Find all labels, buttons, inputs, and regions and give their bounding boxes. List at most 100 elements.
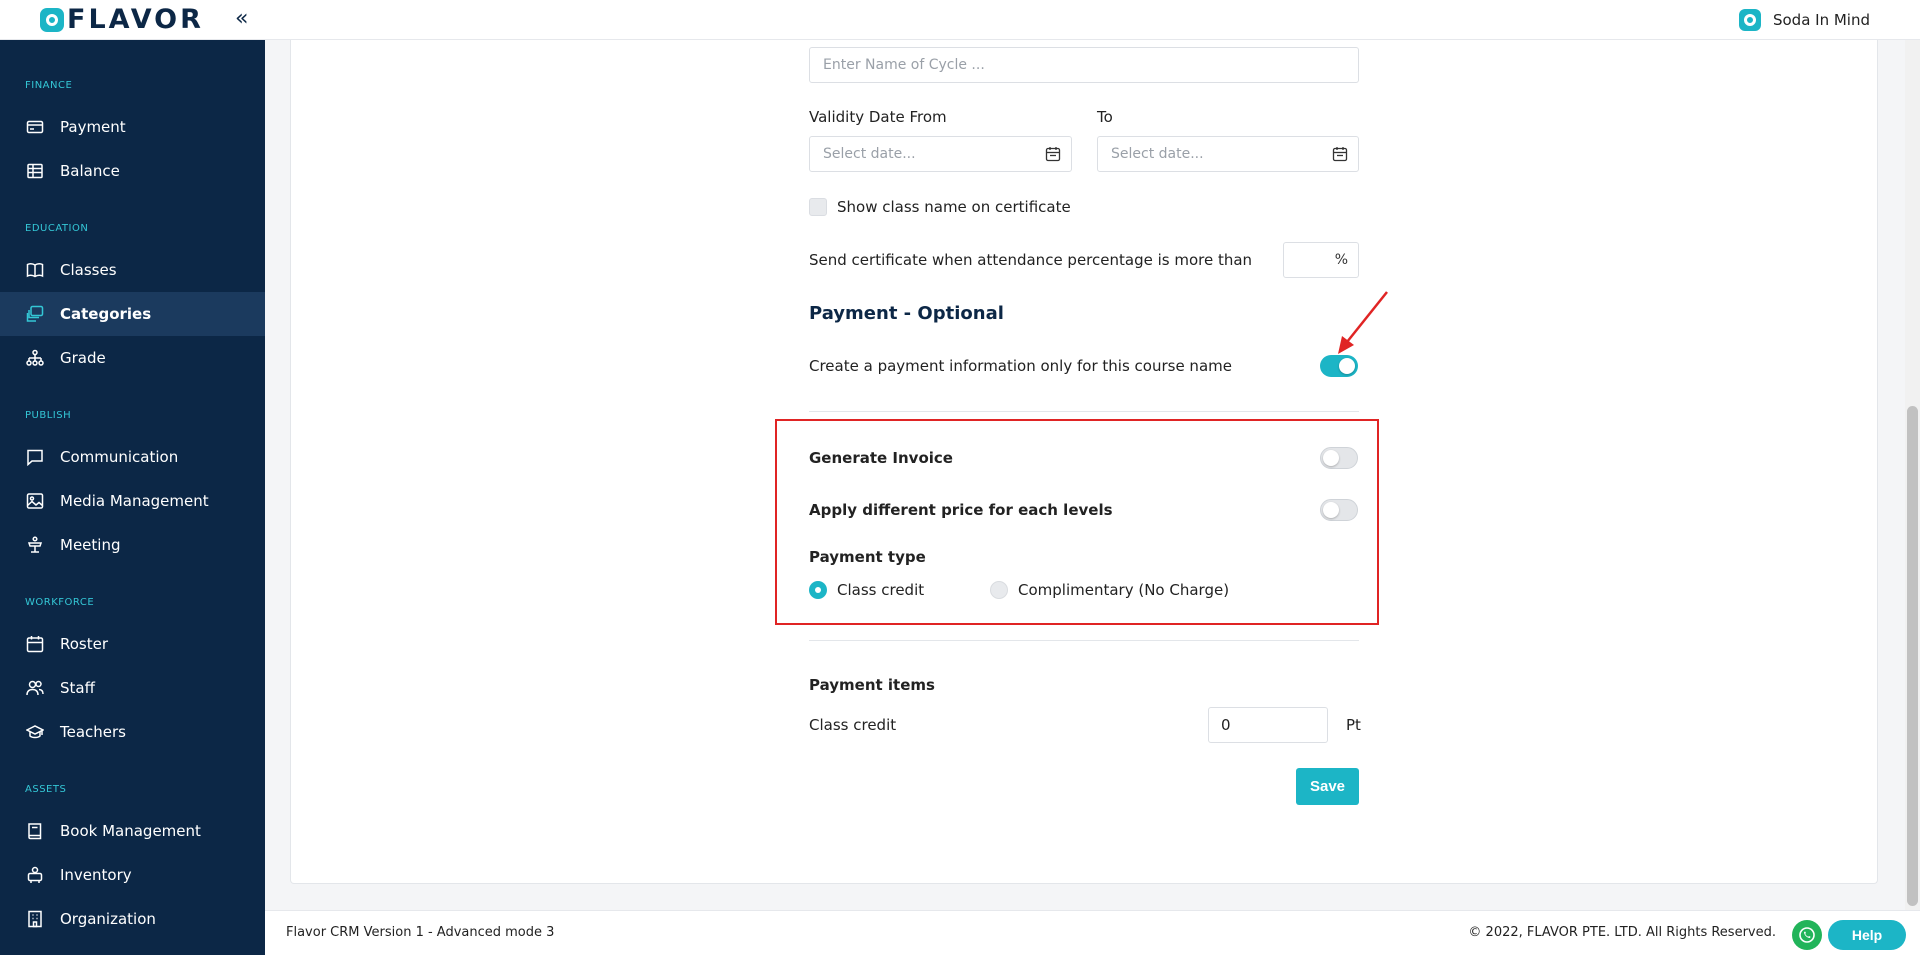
calendar-icon[interactable] (1332, 146, 1348, 162)
divider (809, 640, 1359, 641)
percent-suffix: % (1334, 252, 1348, 268)
logo[interactable]: FLAVOR (40, 4, 204, 35)
date-placeholder: Select date... (1111, 146, 1204, 162)
podium-icon (26, 536, 44, 554)
sidebar-item-meeting[interactable]: Meeting (0, 523, 265, 567)
whatsapp-icon (1799, 927, 1815, 943)
apply-different-price-label: Apply different price for each levels (809, 501, 1113, 519)
book-closed-icon (26, 822, 44, 840)
top-bar: FLAVOR « Soda In Mind (0, 0, 1920, 40)
sidebar-item-label: Classes (60, 261, 117, 279)
show-class-name-label: Show class name on certificate (837, 198, 1071, 216)
sidebar-item-roster[interactable]: Roster (0, 622, 265, 666)
payment-type-complimentary-label: Complimentary (No Charge) (1018, 581, 1230, 599)
users-icon (26, 679, 44, 697)
calendar-icon (26, 635, 44, 653)
apply-different-price-toggle[interactable] (1320, 499, 1358, 521)
sidebar-item-label: Staff (60, 679, 95, 697)
help-button[interactable]: Help (1828, 920, 1906, 950)
annotation-arrow (1338, 291, 1388, 354)
validity-from-label: Validity Date From (809, 108, 947, 126)
attendance-percentage-input[interactable]: % (1283, 242, 1359, 278)
payment-section-heading: Payment - Optional (809, 303, 1004, 324)
sidebar-item-inventory[interactable]: Inventory (0, 853, 265, 897)
sidebar-item-teachers[interactable]: Teachers (0, 710, 265, 754)
sidebar-item-label: Meeting (60, 536, 121, 554)
class-credit-item-label: Class credit (809, 716, 897, 734)
sidebar-section-assets: ASSETS (25, 784, 67, 795)
create-payment-label: Create a payment information only for th… (809, 357, 1232, 375)
logo-mark-icon (40, 8, 64, 32)
validity-to-date-input[interactable]: Select date... (1097, 136, 1359, 172)
copyright-text: © 2022, FLAVOR PTE. LTD. All Rights Rese… (1468, 925, 1776, 940)
book-icon (26, 261, 44, 279)
sidebar-item-label: Payment (60, 118, 126, 136)
sidebar-section-finance: FINANCE (25, 80, 73, 91)
date-placeholder: Select date... (823, 146, 916, 162)
organization-name: Soda In Mind (1772, 11, 1870, 29)
class-credit-unit: Pt (1346, 716, 1361, 734)
box-icon (26, 866, 44, 884)
sidebar-item-label: Communication (60, 448, 179, 466)
calendar-icon[interactable] (1045, 146, 1061, 162)
layers-icon (26, 305, 44, 323)
sidebar-item-classes[interactable]: Classes (0, 248, 265, 292)
sidebar-item-label: Media Management (60, 492, 209, 510)
sidebar-item-book-management[interactable]: Book Management (0, 809, 265, 853)
payment-type-class-credit-label: Class credit (837, 581, 925, 599)
toggle-knob (1339, 358, 1355, 374)
sidebar-section-education: EDUCATION (25, 223, 89, 234)
sidebar-item-staff[interactable]: Staff (0, 666, 265, 710)
validity-to-label: To (1097, 108, 1113, 126)
payment-type-complimentary-radio[interactable] (990, 581, 1008, 599)
organization-switcher[interactable]: Soda In Mind (1738, 9, 1870, 31)
credit-card-icon (26, 118, 44, 136)
ledger-icon (26, 162, 44, 180)
create-payment-toggle[interactable] (1320, 355, 1358, 377)
validity-from-date-input[interactable]: Select date... (809, 136, 1072, 172)
class-credit-input[interactable]: 0 (1208, 707, 1328, 743)
toggle-knob (1323, 450, 1339, 466)
sidebar-item-grade[interactable]: Grade (0, 336, 265, 380)
send-certificate-label: Send certificate when attendance percent… (809, 251, 1253, 269)
sidebar-item-organization[interactable]: Organization (0, 897, 265, 941)
collapse-sidebar-icon[interactable]: « (235, 7, 248, 31)
sidebar-item-label: Roster (60, 635, 109, 653)
sidebar-section-publish: PUBLISH (25, 410, 72, 421)
sidebar-item-label: Inventory (60, 866, 132, 884)
sidebar-item-communication[interactable]: Communication (0, 435, 265, 479)
sidebar-item-label: Categories (60, 305, 152, 323)
toggle-knob (1323, 502, 1339, 518)
payment-type-label: Payment type (809, 548, 926, 566)
sidebar-item-label: Book Management (60, 822, 201, 840)
save-button[interactable]: Save (1296, 768, 1359, 805)
show-class-name-checkbox[interactable] (809, 198, 827, 216)
sidebar-item-label: Grade (60, 349, 106, 367)
cycle-name-input[interactable]: Enter Name of Cycle ... (809, 47, 1359, 83)
page-scrollbar-thumb[interactable] (1907, 406, 1918, 906)
divider (809, 411, 1359, 412)
sidebar-item-label: Teachers (60, 723, 126, 741)
payment-type-class-credit-radio[interactable] (809, 581, 827, 599)
organization-logo-icon (1738, 9, 1761, 31)
sidebar-item-label: Organization (60, 910, 156, 928)
generate-invoice-toggle[interactable] (1320, 447, 1358, 469)
sidebar-item-categories[interactable]: Categories (0, 292, 265, 336)
image-icon (26, 492, 44, 510)
sidebar-item-payment[interactable]: Payment (0, 105, 265, 149)
sidebar-section-workforce: WORKFORCE (25, 597, 95, 608)
graduation-cap-icon (26, 723, 44, 741)
payment-items-heading: Payment items (809, 676, 935, 694)
sidebar-item-balance[interactable]: Balance (0, 149, 265, 193)
chat-icon (26, 448, 44, 466)
hierarchy-icon (26, 349, 44, 367)
sidebar-item-label: Balance (60, 162, 120, 180)
building-icon (26, 910, 44, 928)
generate-invoice-label: Generate Invoice (809, 449, 953, 467)
sidebar-item-media-management[interactable]: Media Management (0, 479, 265, 523)
version-text: Flavor CRM Version 1 - Advanced mode 3 (286, 925, 555, 940)
whatsapp-button[interactable] (1792, 920, 1822, 950)
footer: Flavor CRM Version 1 - Advanced mode 3 ©… (265, 910, 1920, 955)
logo-text: FLAVOR (67, 4, 204, 35)
sidebar: FINANCE Payment Balance EDUCATION Classe… (0, 40, 265, 955)
